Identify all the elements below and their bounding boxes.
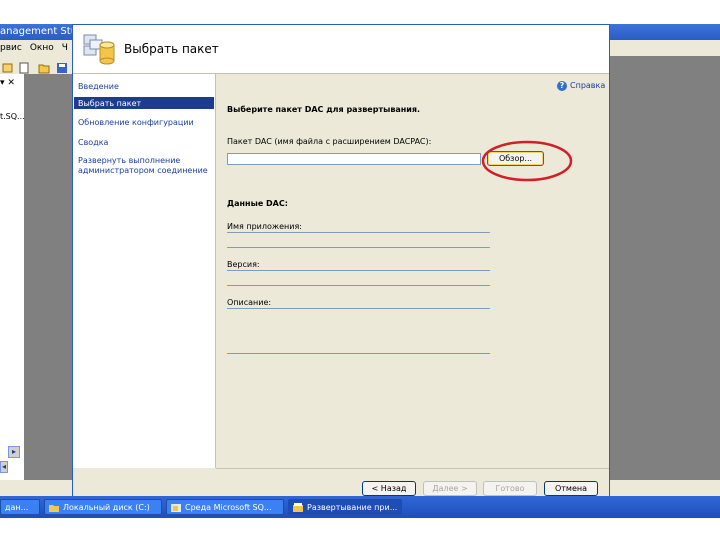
- package-label: Пакет DAC (имя файла с расширением DACPA…: [227, 137, 432, 146]
- nav-item-deploy[interactable]: Развернуть выполнение администратором со…: [78, 156, 212, 176]
- taskbar-item-label: Локальный диск (C:): [63, 503, 150, 512]
- version-rule-2: [227, 285, 490, 286]
- version-label: Версия:: [227, 260, 260, 269]
- help-link[interactable]: Справка: [570, 81, 605, 90]
- new-file-icon[interactable]: [18, 59, 30, 74]
- package-path-input[interactable]: [227, 153, 481, 165]
- page-heading: Выберите пакет DAC для развертывания.: [227, 105, 421, 114]
- background-document-area: [24, 74, 72, 480]
- menu-window[interactable]: Окно: [30, 43, 54, 53]
- package-database-icon: [81, 31, 117, 67]
- taskbar-item-database[interactable]: дан...: [0, 499, 40, 515]
- cancel-button[interactable]: Отмена: [544, 481, 598, 496]
- open-folder-icon[interactable]: [38, 59, 50, 74]
- folder-icon: [49, 503, 59, 513]
- description-label: Описание:: [227, 298, 272, 307]
- object-explorer-panel: ▾ ✕ t.SQ... ▸ ◂: [0, 74, 25, 480]
- background-toolbar: [0, 56, 72, 75]
- save-icon[interactable]: [56, 59, 68, 73]
- taskbar-item-local-disk[interactable]: Локальный диск (C:): [44, 499, 162, 515]
- dialog-title: Выбрать пакет: [124, 42, 219, 56]
- nav-item-summary[interactable]: Сводка: [78, 138, 212, 148]
- highlight-circle-annotation: [480, 139, 575, 184]
- app-name-rule-2: [227, 247, 490, 248]
- menu-help[interactable]: Ч: [62, 43, 68, 53]
- finish-button[interactable]: Готово: [483, 481, 537, 496]
- dac-section-heading: Данные DAC:: [227, 199, 288, 208]
- app-name-label: Имя приложения:: [227, 222, 302, 231]
- explorer-close-controls[interactable]: ▾ ✕: [0, 78, 15, 88]
- scroll-right-icon[interactable]: ▸: [8, 446, 20, 458]
- description-rule-2: [227, 353, 490, 354]
- app-name-rule: [227, 232, 490, 233]
- back-button[interactable]: < Назад: [362, 481, 416, 496]
- taskbar-item-label: дан...: [5, 503, 29, 512]
- next-button[interactable]: Далее >: [423, 481, 477, 496]
- nav-item-introduction[interactable]: Введение: [78, 82, 212, 92]
- footer-separator: [216, 468, 609, 469]
- version-rule: [227, 270, 490, 271]
- ssms-icon: [171, 503, 181, 513]
- toolbar-tool-icon[interactable]: [2, 59, 14, 73]
- package-icon: [293, 502, 303, 513]
- background-menubar: рвис Окно Ч: [0, 40, 72, 56]
- help-icon[interactable]: ?: [557, 81, 567, 91]
- description-rule: [227, 308, 490, 309]
- nav-item-update-configuration[interactable]: Обновление конфигурации: [78, 118, 212, 128]
- scroll-left-icon[interactable]: ◂: [0, 461, 8, 473]
- taskbar-item-ssms[interactable]: Среда Microsoft SQ...: [166, 499, 284, 515]
- background-window-title-text: anagement Stud: [0, 26, 84, 37]
- taskbar-item-label: Среда Microsoft SQ...: [185, 503, 272, 512]
- wizard-nav-panel: [73, 74, 216, 468]
- explorer-node[interactable]: t.SQ...: [0, 112, 25, 121]
- background-document-area-right: [610, 56, 720, 480]
- taskbar-item-deploy-wizard[interactable]: Развертывание при...: [288, 499, 402, 515]
- nav-item-select-package[interactable]: Выбрать пакет: [78, 99, 212, 109]
- menu-service[interactable]: рвис: [0, 43, 22, 53]
- taskbar-item-label: Развертывание при...: [307, 503, 398, 512]
